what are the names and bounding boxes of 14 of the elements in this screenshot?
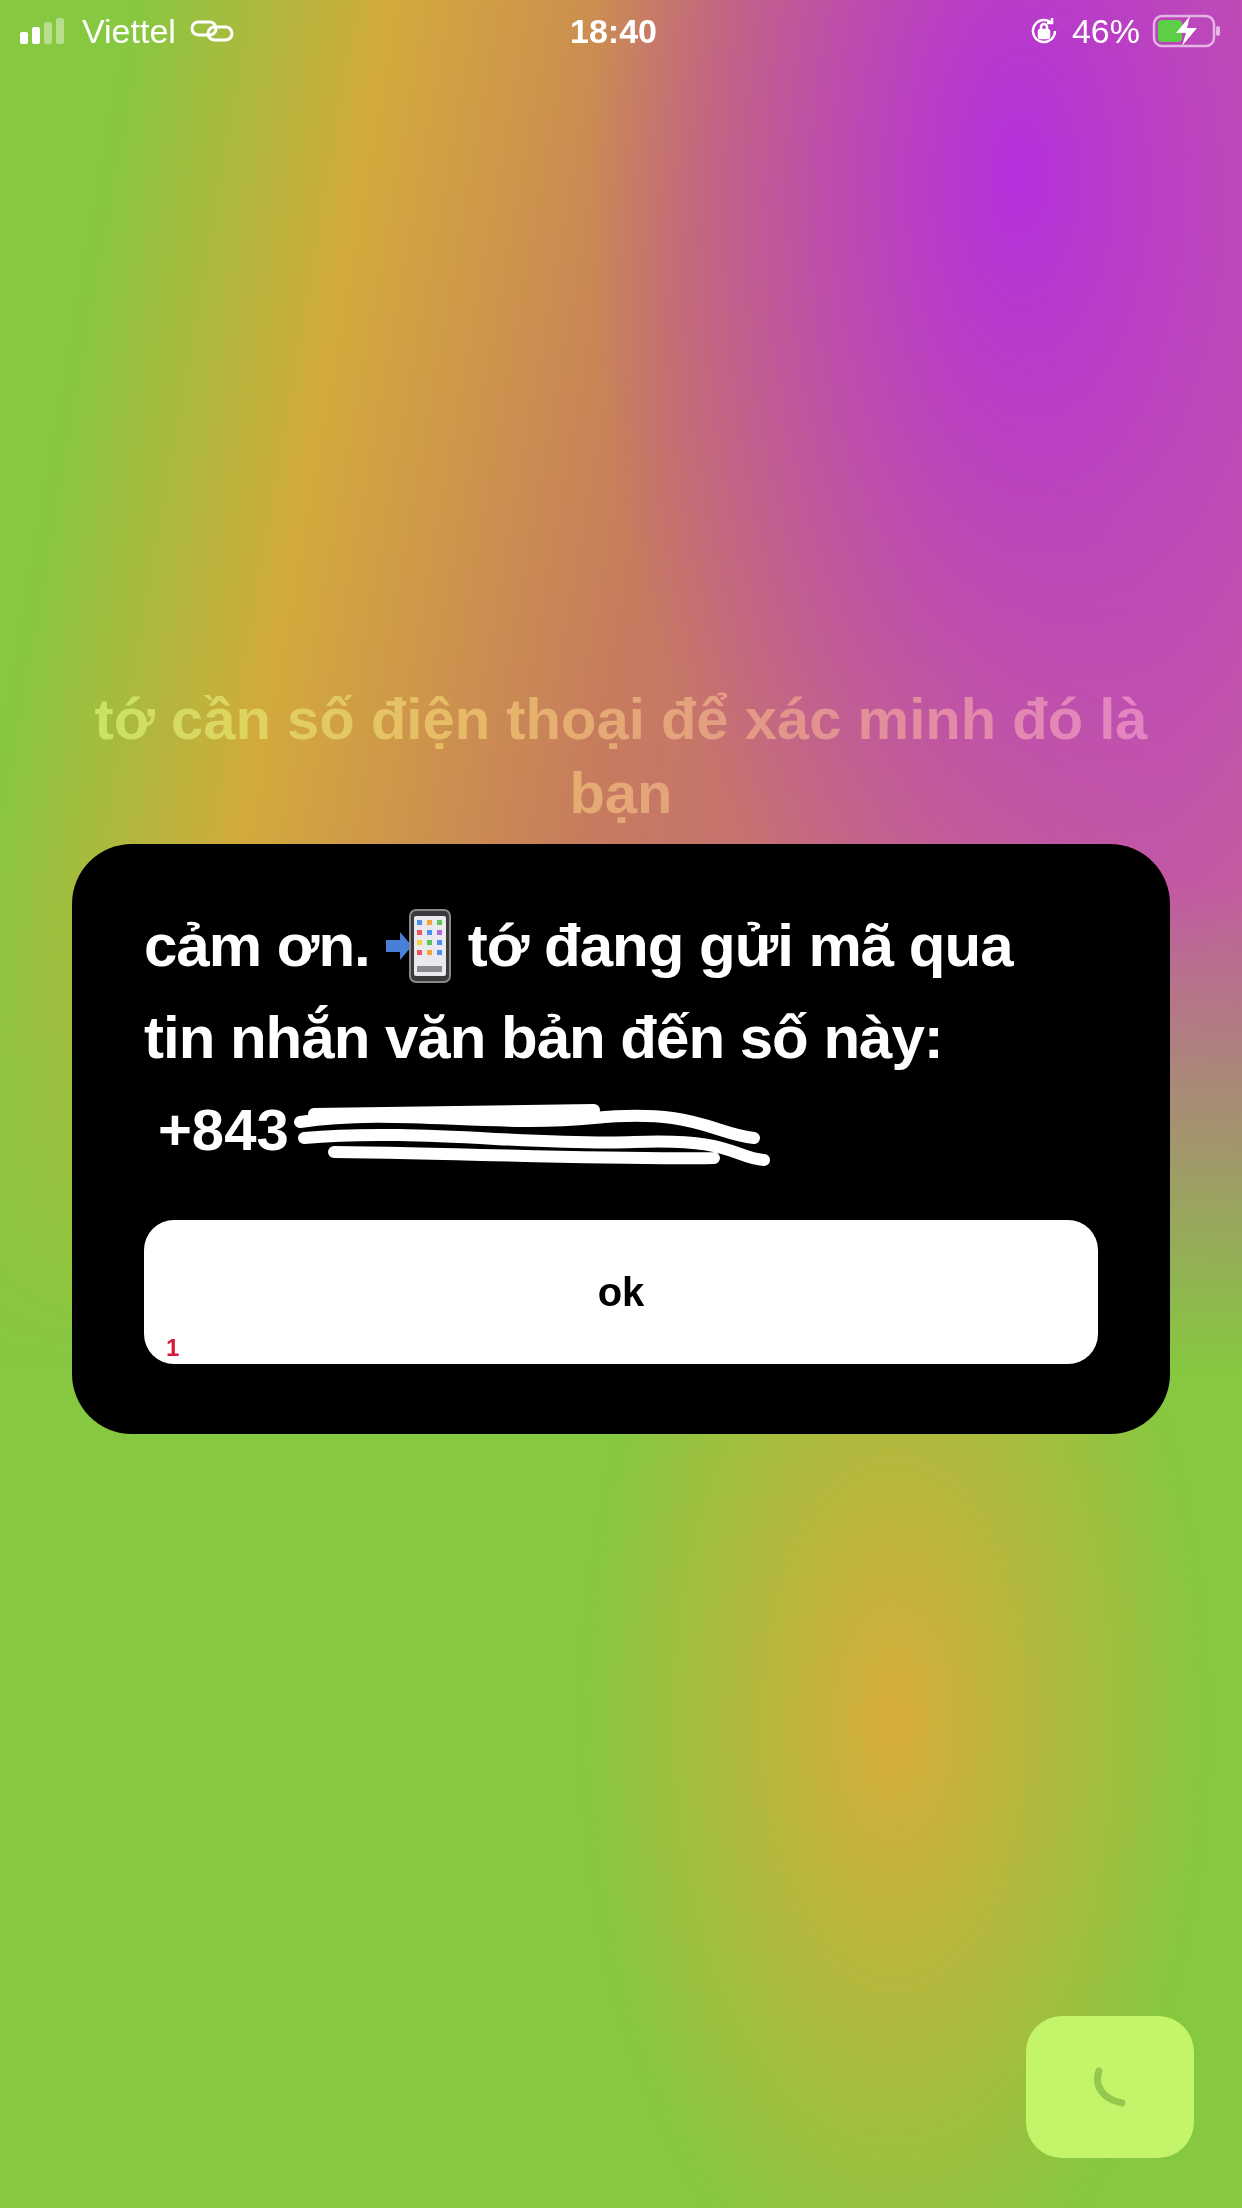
message-text: tin nhắn văn bản đến số này: (144, 1003, 943, 1073)
call-button[interactable] (1026, 2016, 1194, 2158)
battery-percentage: 46% (1071, 10, 1140, 52)
phone-icon (1092, 2065, 1128, 2109)
message-text: cảm ơn. (144, 911, 370, 981)
count-label: 1 (166, 1336, 180, 1360)
clock: 18:40 (570, 10, 657, 52)
battery-charging-icon (1152, 14, 1222, 48)
mobile-phone-arrow-icon (383, 908, 454, 984)
phone-number: +843 (158, 1097, 289, 1162)
ok-button[interactable]: ok 1 (144, 1220, 1098, 1364)
link-icon (189, 19, 234, 43)
carrier-name: Viettel (82, 10, 176, 52)
message-text: tớ đang gửi mã qua (467, 911, 1013, 981)
